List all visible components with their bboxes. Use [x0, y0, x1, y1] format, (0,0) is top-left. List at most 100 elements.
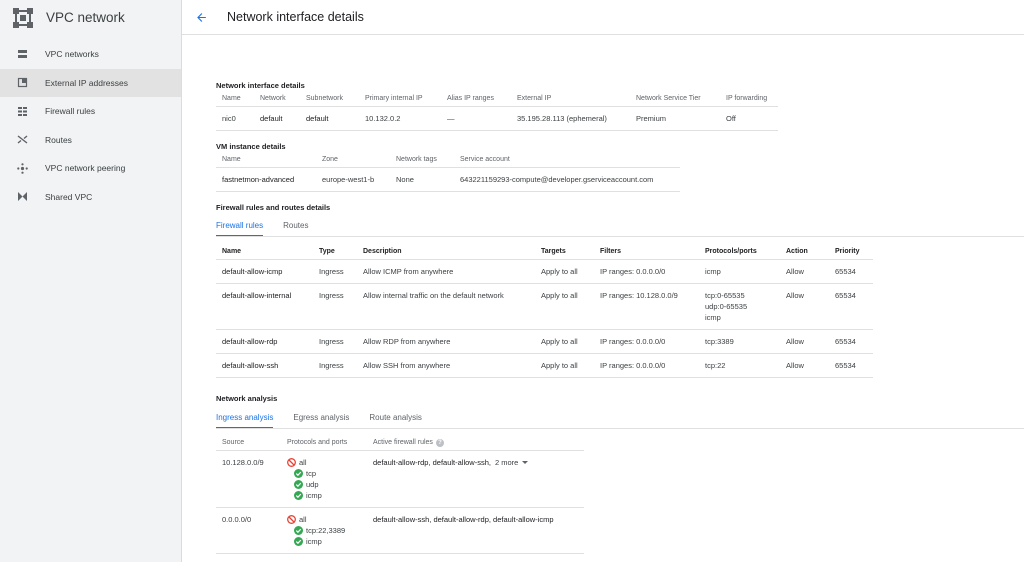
firewall-protocols-cell: tcp:0-65535 udp:0-65535 icmp — [699, 283, 780, 330]
vm-table: Name Zone Network tags Service account fast… — [216, 153, 680, 192]
sidebar-brand: VPC network — [0, 0, 181, 35]
column-header: Network tags — [390, 153, 454, 168]
sidebar-nav: VPC networks External IP addresses Firewal… — [0, 40, 181, 211]
firewall-name-cell[interactable]: default-allow-rdp — [216, 329, 313, 354]
firewall-type-cell: Ingress — [313, 329, 357, 354]
firewall-name-cell[interactable]: default-allow-ssh — [216, 353, 313, 378]
app-title: VPC network — [46, 10, 125, 25]
column-header: IP forwarding — [720, 92, 778, 107]
table-cell: None — [390, 167, 454, 192]
protocol-entry: icmp — [287, 490, 361, 501]
protocol-entry: all — [287, 457, 361, 468]
sidebar-item-label: External IP addresses — [45, 77, 128, 88]
firewall-protocols-cell: tcp:22 — [699, 353, 780, 378]
check-circle-icon — [294, 490, 303, 500]
more-rules-dropdown[interactable]: 2 more — [494, 457, 529, 467]
firewall-protocols-cell: icmp — [699, 259, 780, 284]
sidebar-item-vpc-network-peering[interactable]: VPC network peering — [0, 154, 181, 183]
tab-routes[interactable]: Routes — [283, 221, 308, 237]
table-cell: 35.195.28.113 (ephemeral) — [511, 106, 630, 131]
firewall-priority-cell: 65534 — [829, 283, 873, 330]
tab-egress-analysis[interactable]: Egress analysis — [293, 413, 349, 429]
firewall-description-cell: Allow internal traffic on the default ne… — [357, 283, 535, 330]
column-header: Protocols/ports — [699, 245, 780, 260]
check-circle-icon — [294, 536, 303, 546]
column-header: Name — [216, 245, 313, 260]
column-header: Targets — [535, 245, 594, 260]
protocols-cell: all tcp udp icmp — [281, 450, 367, 508]
column-header: Alias IP ranges — [441, 92, 511, 107]
column-header: Active firewall rules? — [367, 436, 584, 451]
active-rules-cell: default-allow-rdp, default-allow-ssh, 2 m… — [367, 450, 584, 508]
firewall-filters-cell: IP ranges: 0.0.0.0/0 — [594, 329, 699, 354]
block-icon — [287, 457, 296, 467]
tab-firewall-rules[interactable]: Firewall rules — [216, 221, 264, 237]
column-header: Primary internal IP — [359, 92, 441, 107]
firewall-name-cell[interactable]: default-allow-internal — [216, 283, 313, 330]
protocol-entry: icmp — [287, 536, 361, 547]
firewall-table: Name Type Description Targets Filters Protoco… — [216, 245, 873, 378]
active-rules-cell: default-allow-ssh, default-allow-rdp, de… — [367, 507, 584, 554]
tab-route-analysis[interactable]: Route analysis — [369, 413, 421, 429]
protocol-port: icmp — [705, 266, 721, 276]
column-header: External IP — [511, 92, 630, 107]
active-rules-text: default-allow-rdp, default-allow-ssh, — [373, 457, 491, 467]
tab-ingress-analysis[interactable]: Ingress analysis — [216, 413, 274, 429]
protocol-label: all — [299, 457, 307, 467]
column-header: Type — [313, 245, 357, 260]
column-header-label: Active firewall rules — [373, 438, 433, 446]
peering-icon — [17, 162, 28, 174]
sidebar-item-external-ip-addresses[interactable]: External IP addresses — [0, 68, 181, 97]
protocol-entry: all — [287, 514, 361, 525]
firewall-filters-cell: IP ranges: 10.128.0.0/9 — [594, 283, 699, 330]
sidebar: VPC network VPC networks External IP addr… — [0, 0, 182, 562]
shared-vpc-icon — [18, 192, 27, 202]
sidebar-item-vpc-networks[interactable]: VPC networks — [0, 40, 181, 69]
protocol-port: tcp:3389 — [705, 336, 734, 346]
firewall-priority-cell: 65534 — [829, 353, 873, 378]
external-ip-icon — [17, 78, 28, 88]
protocol-label: tcp:22,3389 — [306, 525, 346, 535]
tabs-divider — [216, 236, 1024, 237]
table-row: nic0 default default 10.132.0.2—35.195.28.1… — [216, 106, 778, 131]
analysis-tabs: Ingress analysis Egress analysis Route ana… — [216, 413, 442, 429]
firewall-priority-cell: 65534 — [829, 259, 873, 284]
check-circle-icon — [294, 479, 303, 489]
protocols-cell: all tcp:22,3389 icmp — [281, 507, 367, 554]
main-content: Network interface details Name Network Sub… — [216, 0, 1024, 562]
protocol-label: icmp — [306, 536, 322, 546]
active-rules-text: default-allow-ssh, default-allow-rdp, de… — [373, 514, 554, 524]
back-button[interactable] — [195, 10, 209, 24]
arrow-back-icon — [197, 12, 206, 22]
vpc-networks-icon — [18, 49, 27, 58]
firewall-name-cell[interactable]: default-allow-icmp — [216, 259, 313, 284]
table-cell: — — [441, 106, 511, 131]
table-cell: 10.132.0.2 — [359, 106, 441, 131]
sidebar-item-routes[interactable]: Routes — [0, 126, 181, 155]
firewall-protocols-cell: tcp:3389 — [699, 329, 780, 354]
table-row: 10.128.0.0/9 all tcp udp icmp default-allow-r… — [216, 450, 584, 508]
more-rules-label: 2 more — [494, 457, 519, 467]
table-cell: 643221159293-compute@developer.gservicea… — [454, 167, 680, 192]
sidebar-item-firewall-rules[interactable]: Firewall rules — [0, 97, 181, 126]
firewall-type-cell: Ingress — [313, 353, 357, 378]
sidebar-item-label: Firewall rules — [45, 106, 96, 117]
column-header: Action — [780, 245, 829, 260]
table-cell: default — [300, 106, 359, 131]
firewall-icon — [17, 106, 28, 117]
nic-section-title: Network interface details — [216, 81, 305, 90]
column-header: Service account — [454, 153, 680, 168]
help-icon[interactable]: ? — [435, 438, 444, 447]
firewall-description-cell: Allow RDP from anywhere — [357, 329, 535, 354]
protocol-label: udp — [306, 479, 319, 489]
analysis-table: Source Protocols and ports Active firewall… — [216, 436, 584, 554]
protocol-port: icmp — [705, 312, 721, 322]
firewall-action-cell: Allow — [780, 259, 829, 284]
firewall-action-cell: Allow — [780, 329, 829, 354]
protocol-label: tcp — [306, 468, 317, 478]
peering-icon — [17, 162, 28, 174]
check-circle-icon — [294, 468, 303, 478]
sidebar-item-label: VPC network peering — [45, 163, 126, 174]
sidebar-item-shared-vpc[interactable]: Shared VPC — [0, 183, 181, 212]
column-header: Network — [254, 92, 300, 107]
